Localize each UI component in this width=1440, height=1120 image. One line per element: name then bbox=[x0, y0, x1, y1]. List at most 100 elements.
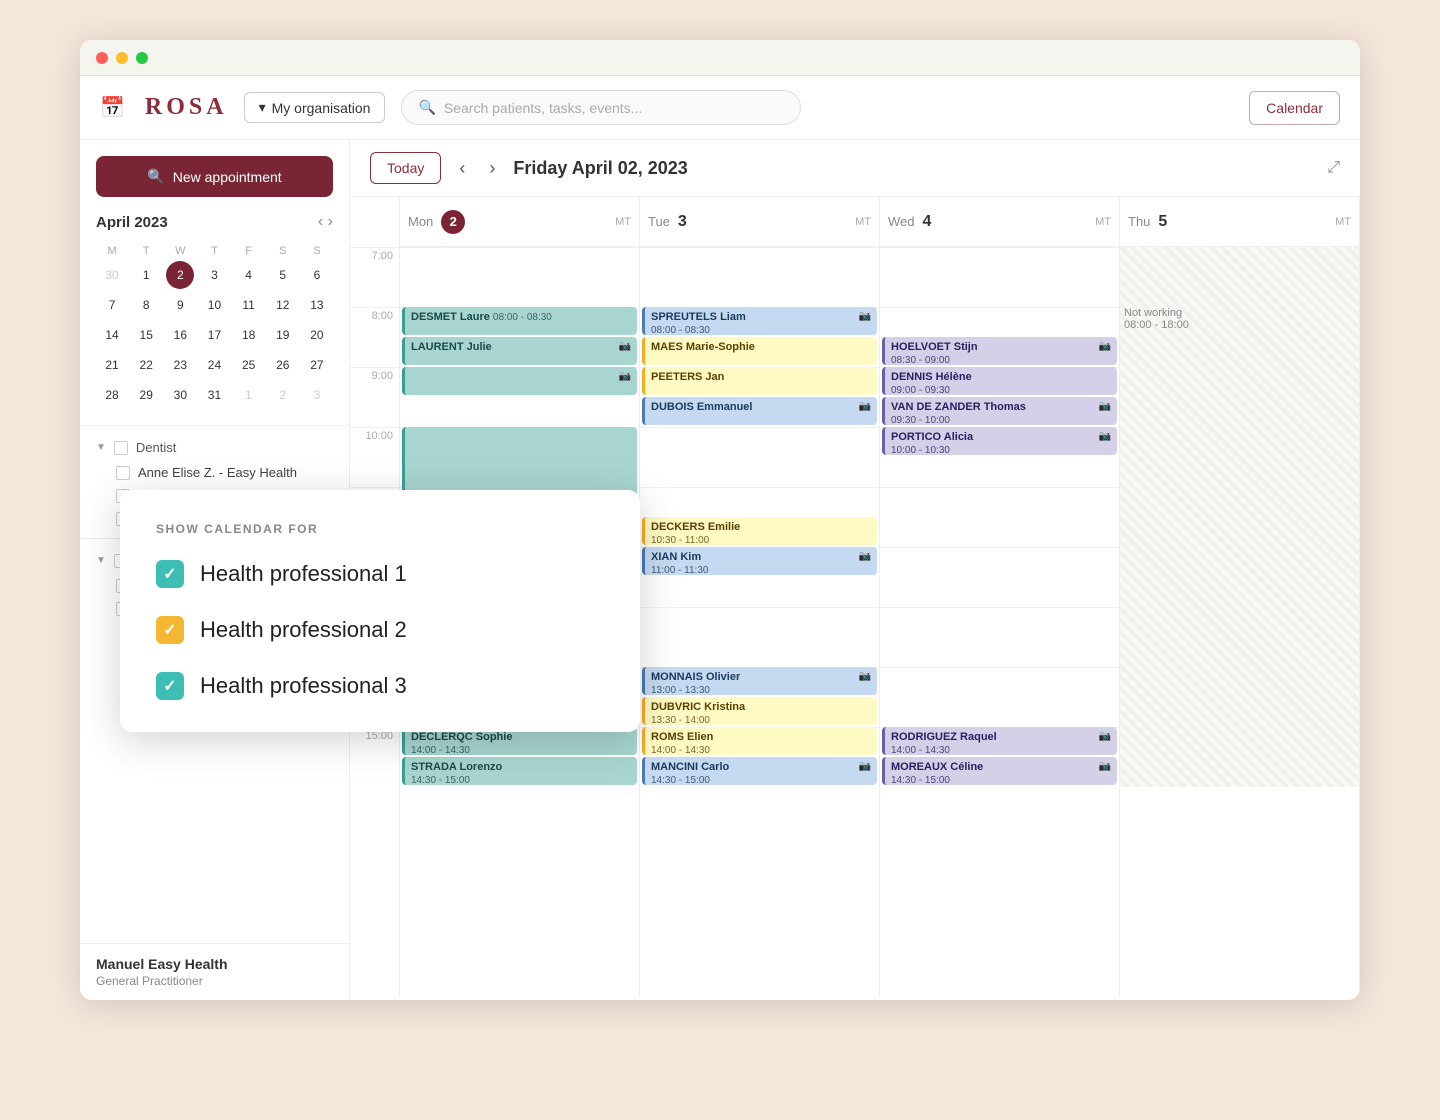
dentist-item-1[interactable]: Anne Elise Z. - Easy Health bbox=[80, 461, 349, 484]
cal-day-1-next[interactable]: 1 bbox=[235, 381, 263, 409]
appt-dubvric[interactable]: DUBVRIC Kristina 13:30 - 14:00 bbox=[642, 697, 877, 725]
hp3-item[interactable]: ✓ Health professional 3 bbox=[156, 672, 604, 700]
cal-day-2-next[interactable]: 2 bbox=[269, 381, 297, 409]
time-7: 7:00 bbox=[350, 247, 399, 307]
cal-day-28[interactable]: 28 bbox=[98, 381, 126, 409]
dentist-checkbox[interactable] bbox=[114, 441, 128, 455]
day-body-thu: Not working 08:00 - 18:00 bbox=[1120, 247, 1359, 787]
next-month-button[interactable]: › bbox=[328, 213, 333, 231]
cal-day-8[interactable]: 8 bbox=[132, 291, 160, 319]
appt-dubvric-time: 13:30 - 14:00 bbox=[651, 714, 871, 725]
appt-hoelvoet[interactable]: 📷 HOELVOET Stijn 08:30 - 09:00 bbox=[882, 337, 1117, 365]
day-header-tue: Tue 3 MT bbox=[640, 197, 879, 247]
cal-day-3-next[interactable]: 3 bbox=[303, 381, 331, 409]
minimize-dot[interactable] bbox=[116, 52, 128, 64]
new-appointment-button[interactable]: 🔍 New appointment bbox=[96, 156, 333, 197]
cal-day-17[interactable]: 17 bbox=[200, 321, 228, 349]
appt-dennis-name: DENNIS Hélène bbox=[891, 371, 972, 383]
expand-button[interactable]: ⤢ bbox=[1327, 159, 1340, 177]
appt-strada[interactable]: STRADA Lorenzo 14:30 - 15:00 bbox=[402, 757, 637, 785]
cal-day-11[interactable]: 11 bbox=[235, 291, 263, 319]
hp3-checkbox[interactable]: ✓ bbox=[156, 672, 184, 700]
app-logo: ROSA bbox=[145, 94, 228, 121]
cal-day-23[interactable]: 23 bbox=[166, 351, 194, 379]
cal-day-10[interactable]: 10 bbox=[200, 291, 228, 319]
appt-vandezander[interactable]: 📷 VAN DE ZANDER Thomas 09:30 - 10:00 bbox=[882, 397, 1117, 425]
appt-moreaux[interactable]: 📷 MOREAUX Céline 14:30 - 15:00 bbox=[882, 757, 1117, 785]
hp2-item[interactable]: ✓ Health professional 2 bbox=[156, 616, 604, 644]
prev-month-button[interactable]: ‹ bbox=[318, 213, 323, 231]
appt-portico[interactable]: 📷 PORTICO Alicia 10:00 - 10:30 bbox=[882, 427, 1117, 455]
cal-day-29[interactable]: 29 bbox=[132, 381, 160, 409]
new-appt-label: New appointment bbox=[173, 169, 282, 185]
cal-day-1[interactable]: 1 bbox=[132, 261, 160, 289]
cal-day-31[interactable]: 31 bbox=[200, 381, 228, 409]
appt-laurent[interactable]: 📷 LAURENT Julie bbox=[402, 337, 637, 365]
prev-week-button[interactable]: ‹ bbox=[453, 154, 471, 183]
cal-day-30[interactable]: 30 bbox=[166, 381, 194, 409]
appt-maes[interactable]: MAES Marie-Sophie bbox=[642, 337, 877, 365]
appt-deckers[interactable]: DECKERS Emilie 10:30 - 11:00 bbox=[642, 517, 877, 545]
appt-mon-3[interactable]: 📷 bbox=[402, 367, 637, 395]
org-selector-button[interactable]: ▾ My organisation bbox=[244, 92, 386, 123]
appt-deckers-name: DECKERS Emilie bbox=[651, 521, 740, 533]
appt-mancini-name: MANCINI Carlo bbox=[651, 761, 729, 773]
cal-day-14[interactable]: 14 bbox=[98, 321, 126, 349]
appt-monnais[interactable]: 📷 MONNAIS Olivier 13:00 - 13:30 bbox=[642, 667, 877, 695]
cal-day-12[interactable]: 12 bbox=[269, 291, 297, 319]
cal-day-13[interactable]: 13 bbox=[303, 291, 331, 319]
mini-cal-grid: M T W T F S S 30 1 2 3 4 5 6 7 bbox=[96, 243, 333, 409]
calendar-view-button[interactable]: Calendar bbox=[1249, 91, 1340, 125]
hp1-checkbox[interactable]: ✓ bbox=[156, 560, 184, 588]
day-num-tue: 3 bbox=[678, 213, 687, 231]
appt-dubois[interactable]: 📷 DUBOIS Emmanuel bbox=[642, 397, 877, 425]
appt-desmet[interactable]: DESMET Laure 08:00 - 08:30 bbox=[402, 307, 637, 335]
sidebar-footer: Manuel Easy Health General Practitioner bbox=[80, 943, 349, 1000]
hp1-item[interactable]: ✓ Health professional 1 bbox=[156, 560, 604, 588]
cal-day-21[interactable]: 21 bbox=[98, 351, 126, 379]
hp2-label: Health professional 2 bbox=[200, 617, 407, 643]
hp2-checkbox[interactable]: ✓ bbox=[156, 616, 184, 644]
day-num-mon: 2 bbox=[441, 210, 465, 234]
close-dot[interactable] bbox=[96, 52, 108, 64]
cal-day-3[interactable]: 3 bbox=[200, 261, 228, 289]
cal-day-30-prev[interactable]: 30 bbox=[98, 261, 126, 289]
cal-day-19[interactable]: 19 bbox=[269, 321, 297, 349]
calendar-icon: 📅 bbox=[100, 95, 125, 120]
appt-roms[interactable]: ROMS Elien 14:00 - 14:30 bbox=[642, 727, 877, 755]
sidebar-user-role: General Practitioner bbox=[96, 974, 333, 988]
cal-day-25[interactable]: 25 bbox=[235, 351, 263, 379]
cal-day-24[interactable]: 24 bbox=[200, 351, 228, 379]
cal-day-4[interactable]: 4 bbox=[235, 261, 263, 289]
show-calendar-dropdown[interactable]: SHOW CALENDAR FOR ✓ Health professional … bbox=[120, 490, 640, 732]
dentist-item-1-checkbox[interactable] bbox=[116, 466, 130, 480]
cal-day-22[interactable]: 22 bbox=[132, 351, 160, 379]
cal-day-16[interactable]: 16 bbox=[166, 321, 194, 349]
expand-dot[interactable] bbox=[136, 52, 148, 64]
cal-day-26[interactable]: 26 bbox=[269, 351, 297, 379]
cal-day-2[interactable]: 2 bbox=[166, 261, 194, 289]
today-button[interactable]: Today bbox=[370, 152, 441, 184]
dentist-group-header[interactable]: ▼ Dentist bbox=[80, 434, 349, 461]
cal-day-20[interactable]: 20 bbox=[303, 321, 331, 349]
cal-day-27[interactable]: 27 bbox=[303, 351, 331, 379]
appt-spreutels[interactable]: 📷 SPREUTELS Liam 08:00 - 08:30 bbox=[642, 307, 877, 335]
appt-xian-name: XIAN Kim bbox=[651, 551, 701, 563]
cal-day-5[interactable]: 5 bbox=[269, 261, 297, 289]
appt-mancini[interactable]: 📷 MANCINI Carlo 14:30 - 15:00 bbox=[642, 757, 877, 785]
appt-hoelvoet-name: HOELVOET Stijn bbox=[891, 341, 978, 353]
next-week-button[interactable]: › bbox=[483, 154, 501, 183]
cal-day-18[interactable]: 18 bbox=[235, 321, 263, 349]
cal-day-9[interactable]: 9 bbox=[166, 291, 194, 319]
appt-peeters[interactable]: PEETERS Jan bbox=[642, 367, 877, 395]
search-bar[interactable]: 🔍 Search patients, tasks, events... bbox=[401, 90, 801, 125]
cal-day-15[interactable]: 15 bbox=[132, 321, 160, 349]
appt-xian[interactable]: 📷 XIAN Kim 11:00 - 11:30 bbox=[642, 547, 877, 575]
mini-cal-header: April 2023 ‹ › bbox=[96, 213, 333, 231]
cal-toolbar: Today ‹ › Friday April 02, 2023 ⤢ bbox=[350, 140, 1360, 197]
cal-day-6[interactable]: 6 bbox=[303, 261, 331, 289]
cal-day-7[interactable]: 7 bbox=[98, 291, 126, 319]
appt-dennis[interactable]: DENNIS Hélène 09:00 - 09:30 bbox=[882, 367, 1117, 395]
appt-rodriguez[interactable]: 📷 RODRIGUEZ Raquel 14:00 - 14:30 bbox=[882, 727, 1117, 755]
cam-icon-moreaux: 📷 bbox=[1099, 760, 1111, 773]
